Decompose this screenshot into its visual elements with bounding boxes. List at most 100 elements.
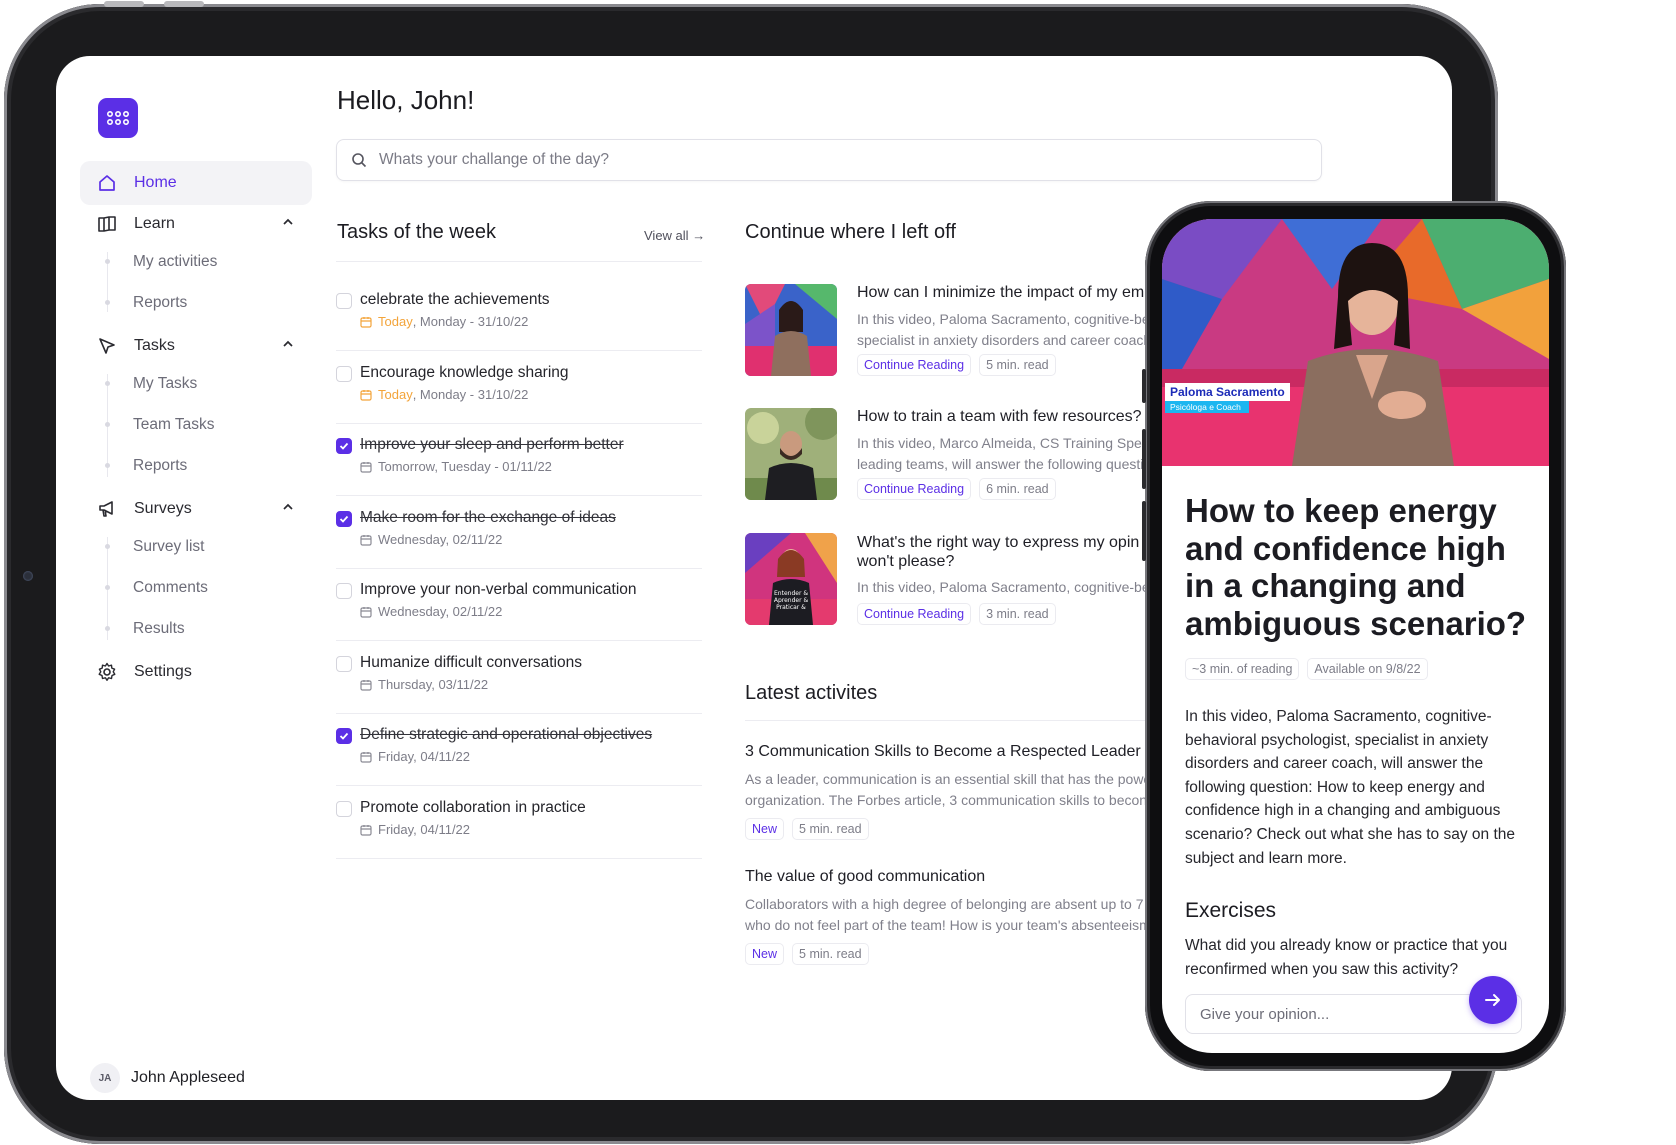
nav-learn[interactable]: Learn [80,202,312,246]
continue-reading-button[interactable]: Continue Reading [857,603,972,625]
task-row[interactable]: Make room for the exchange of ideas Wedne… [336,496,702,569]
task-title: celebrate the achievements [360,291,550,308]
activity-item[interactable]: 3 Communication Skills to Become a Respe… [745,743,1165,840]
chevron-up-icon[interactable] [282,501,294,513]
task-row[interactable]: Encourage knowledge sharing Today, Monday… [336,351,702,424]
calendar-icon [360,751,372,763]
gear-icon [96,661,118,683]
nav-settings[interactable]: Settings [80,650,312,694]
tree-dot [105,626,110,631]
task-checkbox[interactable] [336,366,352,382]
nav-tasks[interactable]: Tasks [80,324,312,368]
nav-comments[interactable]: Comments [133,577,208,599]
task-title: Define strategic and operational objecti… [360,726,653,743]
task-date: Today, Monday - 31/10/22 [360,314,528,329]
nav-settings-label: Settings [134,663,192,680]
new-badge: New [745,818,785,840]
nav-my-tasks[interactable]: My Tasks [133,373,197,395]
user-profile[interactable]: JA John Appleseed [90,1063,245,1093]
tree-dot [105,422,110,427]
task-date-text: Thursday, 03/11/22 [378,677,489,692]
send-button[interactable] [1469,976,1517,1024]
nav-tasks-reports[interactable]: Reports [133,455,187,477]
activity-item[interactable]: The value of good communication Collabor… [745,868,1165,965]
search-input[interactable] [379,151,1279,169]
task-checkbox[interactable] [336,656,352,672]
presenter-lower-third: Paloma Sacramento Psicóloga e Coach [1165,383,1290,413]
task-row[interactable]: Improve your sleep and perform better Tom… [336,423,702,496]
chevron-up-icon[interactable] [282,216,294,228]
task-checkbox[interactable] [336,583,352,599]
task-date-text: Friday, 04/11/22 [378,749,471,764]
task-row[interactable]: Humanize difficult conversations Thursday… [336,641,702,714]
article-body: In this video, Paloma Sacramento, cognit… [1185,708,1516,867]
read-time-badge: 5 min. read [979,354,1056,376]
view-all-label: View all [644,228,689,243]
video-thumbnail[interactable] [745,284,837,376]
video-thumbnail[interactable] [745,408,837,500]
read-time-badge: 3 min. read [979,603,1056,625]
task-checkbox[interactable] [336,438,352,454]
nav-learn-reports[interactable]: Reports [133,292,187,314]
continue-reading-button[interactable]: Continue Reading [857,478,972,500]
task-checkbox[interactable] [336,801,352,817]
calendar-icon [360,679,372,691]
arrow-right-icon [1485,994,1500,1006]
task-checkbox[interactable] [336,728,352,744]
search-bar[interactable] [336,139,1322,181]
opinion-input[interactable] [1186,995,1456,1033]
app-logo[interactable] [98,98,138,138]
chevron-up-icon[interactable] [282,338,294,350]
task-date: Friday, 04/11/22 [360,822,470,837]
nav-survey-list[interactable]: Survey list [133,536,205,558]
video-player[interactable]: Paloma Sacramento Psicóloga e Coach [1162,219,1549,466]
phone-button [1142,501,1146,561]
check-icon [339,515,349,523]
activity-desc-line: organization. The Forbes article, 3 comm… [745,792,1148,808]
task-checkbox[interactable] [336,293,352,309]
task-row[interactable]: Promote collaboration in practice Friday,… [336,786,702,859]
tablet-camera [23,571,33,581]
task-row[interactable]: Define strategic and operational objecti… [336,713,702,786]
svg-text:Entender &: Entender & [774,590,808,597]
tree-dot [105,259,110,264]
task-row[interactable]: Improve your non-verbal communication Wed… [336,568,702,641]
task-date: Tomorrow, Tuesday - 01/11/22 [360,459,552,474]
calendar-icon [360,606,372,618]
check-icon [339,732,349,740]
today-label: Today [378,314,413,329]
nav-home[interactable]: Home [80,161,312,205]
arrow-right-icon: → [692,228,706,243]
nav-my-activities[interactable]: My activities [133,251,217,273]
task-date: Wednesday, 02/11/22 [360,604,502,619]
divider [336,261,702,262]
calendar-icon [360,461,372,473]
continue-item-title: How can I minimize the impact of my em [857,284,1145,301]
continue-reading-button[interactable]: Continue Reading [857,354,972,376]
book-icon [96,213,118,235]
nav-team-tasks[interactable]: Team Tasks [133,414,215,436]
nav-learn-label: Learn [134,215,175,232]
view-all-link[interactable]: View all → [644,228,705,243]
calendar-icon [360,316,372,328]
phone-button [1142,369,1146,403]
megaphone-icon [96,498,118,520]
nav-results[interactable]: Results [133,618,185,640]
continue-item-desc: In this video, Marco Almeida, CS Trainin… [857,435,1149,472]
calendar-icon [360,389,372,401]
task-title: Encourage knowledge sharing [360,364,569,381]
task-date-text: , Monday - 31/10/22 [412,314,529,329]
task-row[interactable]: celebrate the achievements Today, Monday … [336,278,702,351]
task-date-text: Tomorrow, Tuesday - 01/11/22 [378,459,552,474]
nav-surveys[interactable]: Surveys [80,487,312,531]
exercise-question: What did you already know or practice th… [1185,937,1508,978]
presenter-role: Psicóloga e Coach [1165,401,1249,413]
video-thumbnail[interactable]: Entender & Aprender & Praticar & [745,533,837,625]
nav-tasks-label: Tasks [134,337,175,354]
tablet-button [164,1,204,7]
read-time-badge: 6 min. read [979,478,1056,500]
task-checkbox[interactable] [336,511,352,527]
read-time-badge: 5 min. read [792,818,869,840]
task-title: Improve your sleep and perform better [360,436,624,453]
new-badge: New [745,943,785,965]
